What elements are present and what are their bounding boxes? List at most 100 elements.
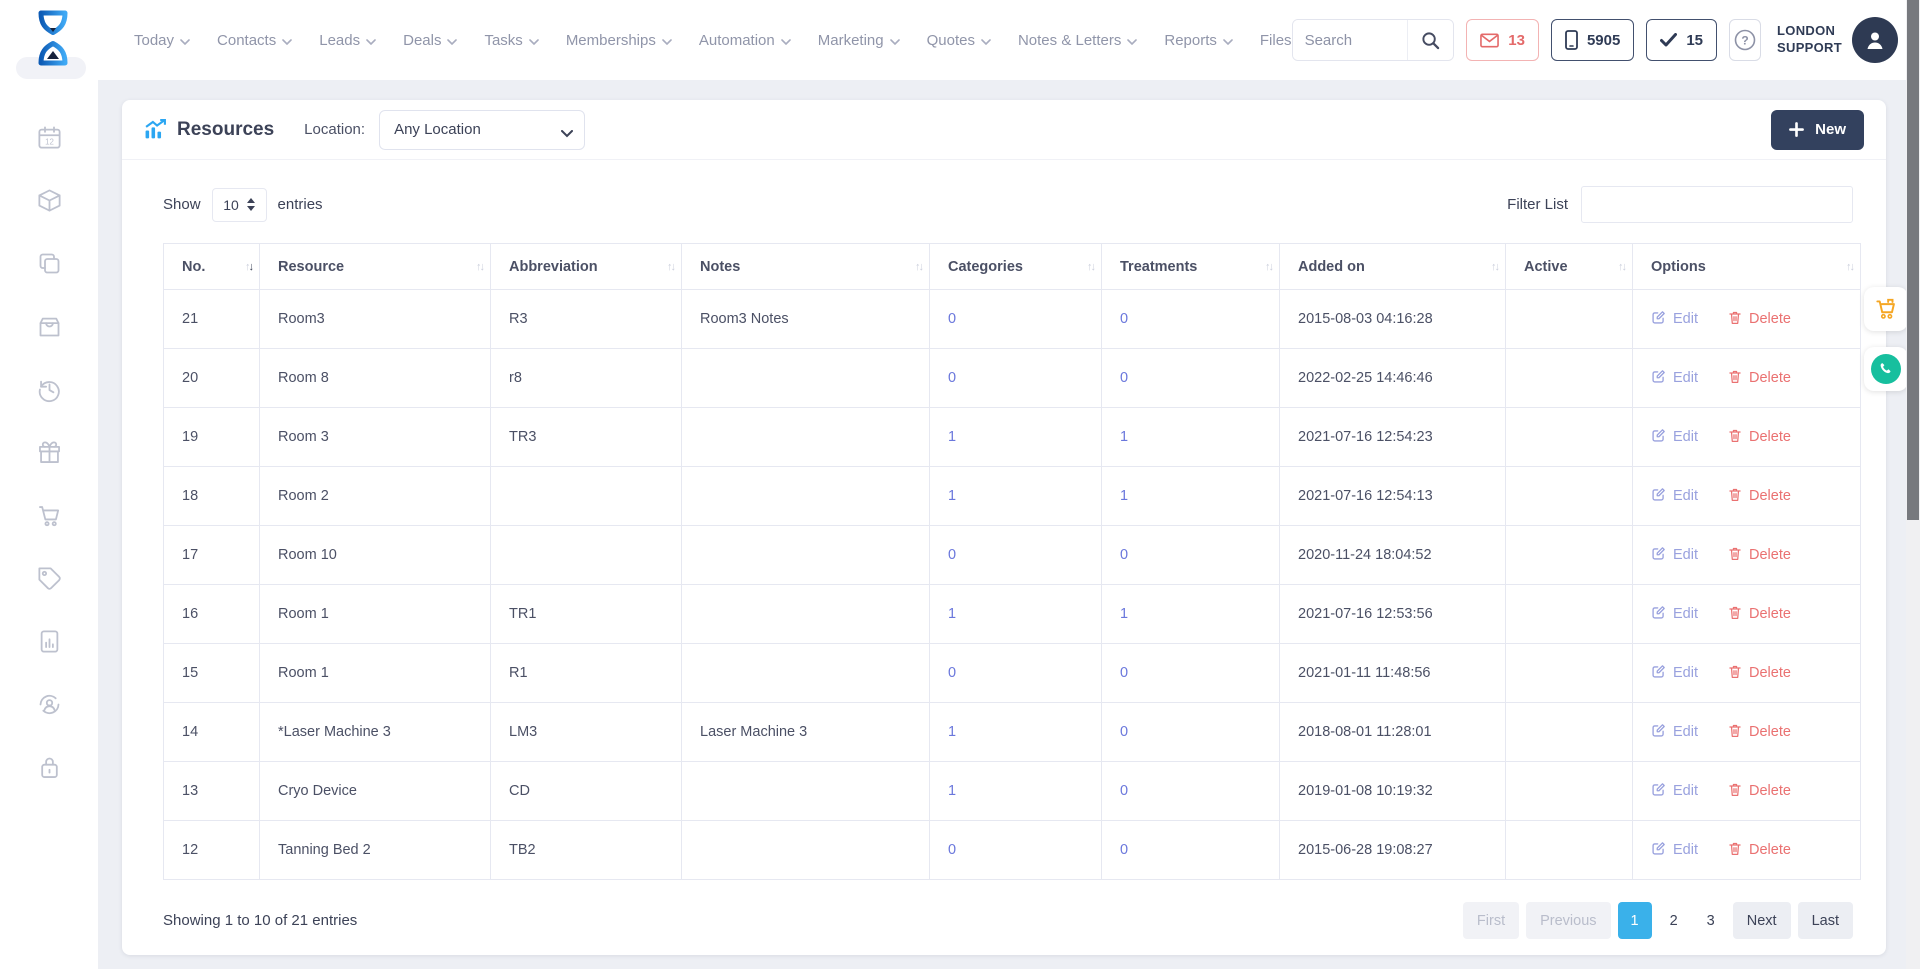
location-select[interactable]: Any Location	[379, 110, 585, 150]
nav-item-memberships[interactable]: Memberships	[566, 32, 672, 49]
column-header-resource[interactable]: Resource↑↓	[260, 244, 491, 290]
floating-cart-button[interactable]	[1864, 287, 1908, 331]
row-treatments-link[interactable]: 0	[1102, 762, 1280, 821]
spinner-icon	[247, 198, 255, 211]
box-open-icon[interactable]	[36, 313, 63, 340]
page-size-select[interactable]: 10	[212, 188, 267, 222]
row-added-on: 2021-01-11 11:48:56	[1280, 644, 1506, 703]
filter-input[interactable]	[1581, 186, 1853, 223]
column-header-added-on[interactable]: Added on↑↓	[1280, 244, 1506, 290]
column-header-notes[interactable]: Notes↑↓	[682, 244, 930, 290]
edit-button[interactable]: Edit	[1651, 487, 1698, 506]
user-sync-icon[interactable]	[36, 691, 63, 718]
pagination-page-1[interactable]: 1	[1618, 902, 1652, 939]
search-icon[interactable]	[1407, 20, 1453, 60]
pagination-first-button[interactable]: First	[1463, 902, 1519, 939]
edit-button[interactable]: Edit	[1651, 723, 1698, 742]
app-logo[interactable]	[30, 7, 82, 73]
row-treatments-link[interactable]: 0	[1102, 644, 1280, 703]
calendar-icon[interactable]: 12	[36, 124, 63, 151]
row-treatments-link[interactable]: 0	[1102, 290, 1280, 349]
nav-item-files[interactable]: Files	[1260, 32, 1292, 49]
edit-button[interactable]: Edit	[1651, 310, 1698, 329]
nav-item-leads[interactable]: Leads	[319, 32, 376, 49]
nav-item-notes-letters[interactable]: Notes & Letters	[1018, 32, 1137, 49]
phone-badge[interactable]: 5905	[1551, 19, 1634, 61]
column-header-active[interactable]: Active↑↓	[1506, 244, 1633, 290]
table-row: 14*Laser Machine 3LM3Laser Machine 31020…	[164, 703, 1861, 762]
row-categories-link[interactable]: 1	[930, 762, 1102, 821]
edit-button[interactable]: Edit	[1651, 369, 1698, 388]
row-categories-link[interactable]: 1	[930, 703, 1102, 762]
chart-icon	[144, 119, 167, 140]
pagination-next-button[interactable]: Next	[1733, 902, 1791, 939]
edit-button[interactable]: Edit	[1651, 605, 1698, 624]
row-treatments-link[interactable]: 1	[1102, 408, 1280, 467]
nav-item-quotes[interactable]: Quotes	[927, 32, 991, 49]
row-categories-link[interactable]: 0	[930, 349, 1102, 408]
nav-item-deals[interactable]: Deals	[403, 32, 457, 49]
tasks-badge[interactable]: 15	[1646, 19, 1717, 61]
edit-button[interactable]: Edit	[1651, 428, 1698, 447]
delete-button[interactable]: Delete	[1728, 369, 1791, 388]
copy-icon[interactable]	[36, 250, 63, 277]
report-icon[interactable]	[36, 628, 63, 655]
row-treatments-link[interactable]: 0	[1102, 821, 1280, 880]
row-treatments-link[interactable]: 1	[1102, 467, 1280, 526]
row-treatments-link[interactable]: 0	[1102, 349, 1280, 408]
row-categories-link[interactable]: 0	[930, 821, 1102, 880]
row-treatments-link[interactable]: 0	[1102, 526, 1280, 585]
row-categories-link[interactable]: 0	[930, 526, 1102, 585]
pagination-page-2[interactable]: 2	[1659, 902, 1689, 939]
delete-button[interactable]: Delete	[1728, 487, 1791, 506]
column-header-no[interactable]: No.↑↓	[164, 244, 260, 290]
delete-button[interactable]: Delete	[1728, 723, 1791, 742]
nav-item-tasks[interactable]: Tasks	[484, 32, 538, 49]
scrollbar-track[interactable]	[1906, 0, 1920, 969]
edit-button[interactable]: Edit	[1651, 546, 1698, 565]
row-categories-link[interactable]: 0	[930, 290, 1102, 349]
row-categories-link[interactable]: 1	[930, 408, 1102, 467]
delete-button[interactable]: Delete	[1728, 546, 1791, 565]
delete-button[interactable]: Delete	[1728, 782, 1791, 801]
delete-button[interactable]: Delete	[1728, 605, 1791, 624]
edit-button[interactable]: Edit	[1651, 782, 1698, 801]
delete-button[interactable]: Delete	[1728, 428, 1791, 447]
column-header-options[interactable]: Options↑↓	[1633, 244, 1861, 290]
lock-icon[interactable]	[36, 754, 63, 781]
trash-icon	[1728, 723, 1742, 742]
messages-badge[interactable]: 13	[1466, 19, 1539, 61]
row-categories-link[interactable]: 1	[930, 585, 1102, 644]
scrollbar-thumb[interactable]	[1907, 0, 1919, 520]
new-button[interactable]: New	[1771, 110, 1864, 150]
pagination-last-button[interactable]: Last	[1798, 902, 1853, 939]
gift-icon[interactable]	[36, 439, 63, 466]
delete-button[interactable]: Delete	[1728, 310, 1791, 329]
edit-button[interactable]: Edit	[1651, 841, 1698, 860]
nav-item-contacts[interactable]: Contacts	[217, 32, 292, 49]
pagination-previous-button[interactable]: Previous	[1526, 902, 1610, 939]
delete-button[interactable]: Delete	[1728, 664, 1791, 683]
column-header-treatments[interactable]: Treatments↑↓	[1102, 244, 1280, 290]
row-treatments-link[interactable]: 0	[1102, 703, 1280, 762]
nav-item-marketing[interactable]: Marketing	[818, 32, 900, 49]
row-categories-link[interactable]: 1	[930, 467, 1102, 526]
tag-icon[interactable]	[36, 565, 63, 592]
avatar[interactable]	[1852, 17, 1898, 63]
nav-item-today[interactable]: Today	[134, 32, 190, 49]
delete-button[interactable]: Delete	[1728, 841, 1791, 860]
search-input[interactable]	[1293, 20, 1408, 60]
row-treatments-link[interactable]: 1	[1102, 585, 1280, 644]
nav-item-automation[interactable]: Automation	[699, 32, 791, 49]
package-icon[interactable]	[36, 187, 63, 214]
pagination-page-3[interactable]: 3	[1696, 902, 1726, 939]
history-icon[interactable]	[36, 376, 63, 403]
help-button[interactable]: ?	[1729, 19, 1761, 61]
floating-phone-button[interactable]	[1864, 347, 1908, 391]
cart-icon[interactable]	[36, 502, 63, 529]
column-header-abbreviation[interactable]: Abbreviation↑↓	[491, 244, 682, 290]
edit-button[interactable]: Edit	[1651, 664, 1698, 683]
row-categories-link[interactable]: 0	[930, 644, 1102, 703]
column-header-categories[interactable]: Categories↑↓	[930, 244, 1102, 290]
nav-item-reports[interactable]: Reports	[1164, 32, 1233, 49]
